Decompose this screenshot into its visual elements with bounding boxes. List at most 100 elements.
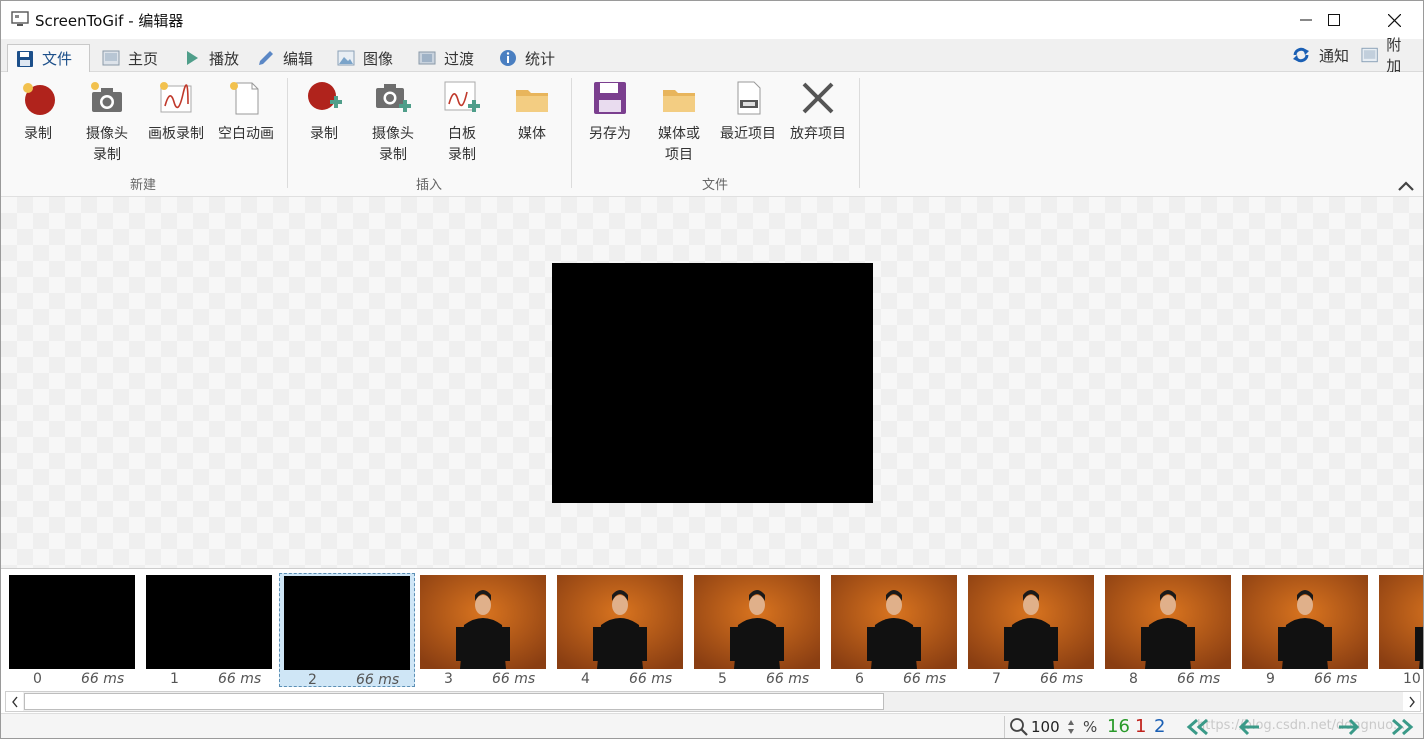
frame-thumbnail xyxy=(284,576,410,670)
frame-index: 7 xyxy=(992,671,1001,687)
play-icon xyxy=(187,51,198,65)
camera-add-icon xyxy=(376,84,411,112)
scroll-thumb[interactable] xyxy=(24,693,884,710)
tab-home[interactable]: 主页 xyxy=(94,44,166,72)
tab-file[interactable]: 文件 xyxy=(7,44,90,73)
blank-page-icon xyxy=(230,82,259,115)
first-frame-icon[interactable] xyxy=(1185,718,1215,736)
person-thumbnail-image xyxy=(968,575,1094,669)
new-blank-button[interactable]: 空白动画 xyxy=(213,80,279,145)
new-webcam-button[interactable]: 摄像头 录制 xyxy=(79,80,135,166)
tab-image[interactable]: 图像 xyxy=(329,44,401,72)
frame-item[interactable]: 1 66 ms xyxy=(142,573,278,687)
frame-index: 6 xyxy=(855,671,864,687)
board-add-icon xyxy=(444,81,480,112)
insert-board-button[interactable]: 白板 录制 xyxy=(439,80,485,166)
chevron-right-icon xyxy=(1408,696,1415,707)
tab-play-label: 播放 xyxy=(209,49,240,68)
save-as-label: 另存为 xyxy=(589,126,631,142)
ribbon-panel: 录制 摄像头 录制 画板录制 空白动画 新建 录制 摄像头 录制 白板 录制 媒… xyxy=(1,72,1423,197)
frame-duration: 66 ms xyxy=(218,671,262,687)
maximize-button[interactable] xyxy=(1311,1,1357,39)
ribbon-separator xyxy=(287,78,288,188)
frame-item[interactable]: 3 66 ms xyxy=(416,573,552,687)
frame-item[interactable]: 2 66 ms xyxy=(279,573,415,688)
scroll-right-button[interactable] xyxy=(1403,692,1420,711)
new-record-button[interactable]: 录制 xyxy=(15,80,61,145)
tab-transition[interactable]: 过渡 xyxy=(410,44,482,72)
window-title: ScreenToGif - 编辑器 xyxy=(35,12,184,30)
frame-item[interactable]: 5 66 ms xyxy=(690,573,826,687)
zoom-magnifier-icon xyxy=(1010,718,1028,736)
current-frame-number: 2 xyxy=(1154,716,1166,737)
record-icon xyxy=(23,83,55,115)
frame-item[interactable]: 4 66 ms xyxy=(553,573,689,687)
insert-record-button[interactable]: 录制 xyxy=(301,80,347,145)
frame-scrollbar[interactable] xyxy=(5,691,1421,712)
new-webcam-label: 摄像头 录制 xyxy=(86,126,128,163)
frame-item[interactable]: 8 66 ms xyxy=(1101,573,1237,687)
extras-button[interactable]: 附加 xyxy=(1353,36,1423,75)
next-frame-icon[interactable] xyxy=(1337,718,1361,736)
person-thumbnail-image xyxy=(557,575,683,669)
open-media-button[interactable]: 媒体或 项目 xyxy=(651,80,707,166)
save-as-button[interactable]: 另存为 xyxy=(583,80,637,145)
save-floppy-icon xyxy=(594,82,626,114)
frame-item[interactable]: 9 66 ms xyxy=(1238,573,1374,687)
tab-edit-label: 编辑 xyxy=(283,49,314,68)
person-thumbnail-image xyxy=(1105,575,1231,669)
open-media-label: 媒体或 项目 xyxy=(658,126,700,163)
new-blank-label: 空白动画 xyxy=(218,126,274,142)
new-board-button[interactable]: 画板录制 xyxy=(143,80,209,145)
insert-record-label: 录制 xyxy=(310,126,338,142)
frame-thumbnail xyxy=(420,575,546,669)
zoom-value[interactable]: 100 xyxy=(1031,718,1060,736)
recent-projects-button[interactable]: 最近项目 xyxy=(715,80,781,145)
record-add-icon xyxy=(308,82,342,110)
title-bar: ScreenToGif - 编辑器 xyxy=(1,1,1423,39)
tab-edit[interactable]: 编辑 xyxy=(249,44,321,72)
frame-index: 10 xyxy=(1403,671,1421,687)
tab-transition-label: 过渡 xyxy=(444,49,475,68)
group-new-label: 新建 xyxy=(129,178,156,193)
frame-item[interactable]: 6 66 ms xyxy=(827,573,963,687)
scroll-left-button[interactable] xyxy=(6,692,23,711)
board-icon xyxy=(160,82,192,113)
last-frame-icon[interactable] xyxy=(1385,718,1415,736)
transition-icon xyxy=(418,51,436,65)
discard-project-label: 放弃项目 xyxy=(790,126,846,142)
discard-project-button[interactable]: 放弃项目 xyxy=(785,80,851,145)
frame-item[interactable]: 7 66 ms xyxy=(964,573,1100,687)
status-divider xyxy=(1004,716,1005,738)
frame-duration: 66 ms xyxy=(629,671,673,687)
watermark-text: https://blog.csdn.net/dongnuo... xyxy=(1197,718,1406,733)
new-board-label: 画板录制 xyxy=(148,126,204,142)
frame-item[interactable]: 10 xyxy=(1375,573,1423,687)
discard-x-icon xyxy=(802,82,834,114)
frame-index: 8 xyxy=(1129,671,1138,687)
notifications-label: 通知 xyxy=(1319,46,1350,65)
folder-icon xyxy=(516,90,548,112)
recent-projects-label: 最近项目 xyxy=(720,126,776,142)
insert-media-button[interactable]: 媒体 xyxy=(509,80,555,145)
extras-icon xyxy=(1361,47,1378,63)
zoom-stepper-icon[interactable] xyxy=(1067,718,1075,736)
info-icon xyxy=(500,50,516,66)
tab-play[interactable]: 播放 xyxy=(175,44,247,72)
frame-duration: 66 ms xyxy=(1040,671,1084,687)
zoom-unit: % xyxy=(1083,718,1098,736)
tab-stats[interactable]: 统计 xyxy=(491,44,563,72)
open-folder-icon xyxy=(663,90,695,112)
notifications-button[interactable]: 通知 xyxy=(1283,41,1357,69)
recent-file-icon xyxy=(737,81,761,115)
frame-index: 2 xyxy=(308,672,317,688)
previous-frame-icon[interactable] xyxy=(1237,718,1261,736)
person-thumbnail-image xyxy=(1379,575,1423,669)
insert-webcam-button[interactable]: 摄像头 录制 xyxy=(365,80,421,166)
collapse-ribbon-icon[interactable] xyxy=(1397,180,1415,192)
frame-index: 9 xyxy=(1266,671,1275,687)
frame-item[interactable]: 0 66 ms xyxy=(5,573,141,687)
floppy-icon xyxy=(17,50,33,67)
new-record-label: 录制 xyxy=(24,126,52,142)
frame-thumbnail xyxy=(831,575,957,669)
